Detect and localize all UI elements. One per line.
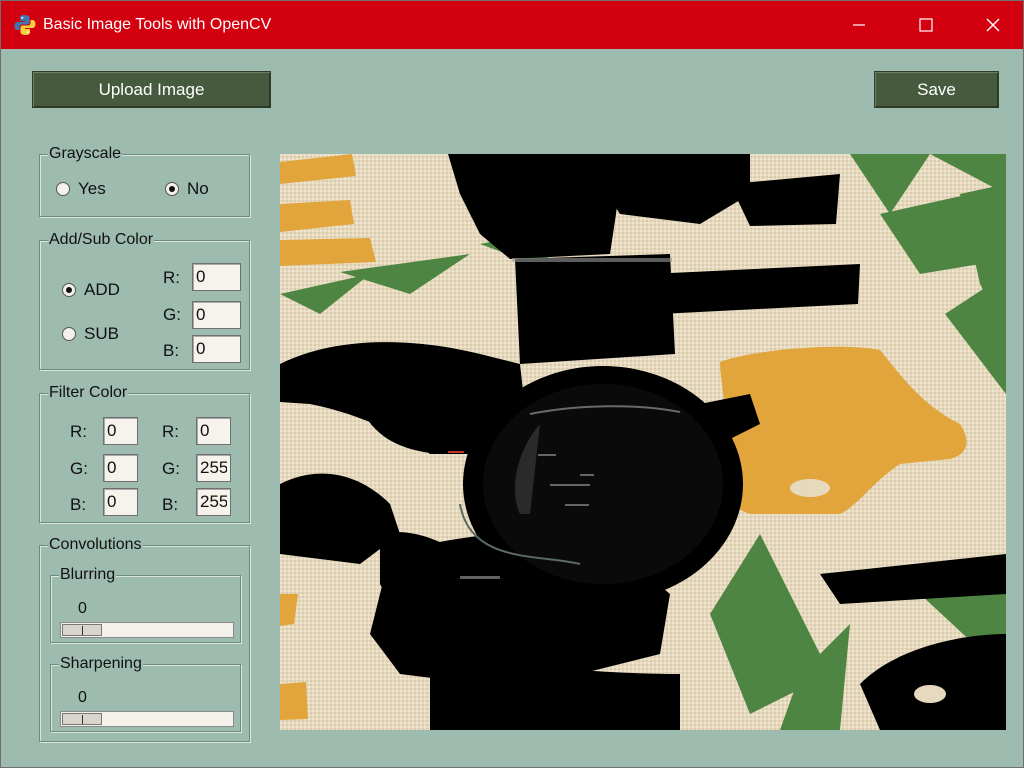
filter-low-b-input[interactable] — [103, 488, 138, 516]
blurring-group: Blurring 0 — [50, 566, 241, 643]
image-canvas[interactable] — [280, 154, 1006, 730]
grayscale-yes-radio[interactable]: Yes — [56, 179, 106, 199]
radio-icon — [56, 182, 70, 196]
title-bar[interactable]: Basic Image Tools with OpenCV — [1, 1, 1023, 49]
filter-high-r-input[interactable] — [196, 417, 231, 445]
grayscale-group-title: Grayscale — [48, 145, 123, 163]
app-window: Basic Image Tools with OpenCV Upload Ima… — [0, 0, 1024, 768]
sharpening-value: 0 — [78, 689, 87, 706]
radio-icon — [62, 327, 76, 341]
upload-image-button[interactable]: Upload Image — [32, 71, 271, 108]
sharpening-slider-thumb[interactable] — [62, 713, 102, 725]
grayscale-yes-label: Yes — [78, 179, 106, 198]
filter-high-b-input[interactable] — [196, 488, 231, 516]
minimize-button[interactable] — [836, 1, 882, 49]
convolutions-group-title: Convolutions — [48, 536, 143, 554]
blurring-slider[interactable] — [60, 622, 234, 638]
grayscale-group: Grayscale Yes No — [39, 145, 250, 217]
filter-low-g-label: G: — [70, 459, 88, 478]
image-preview — [280, 154, 1006, 730]
filter-high-r-label: R: — [162, 422, 179, 441]
sub-label: SUB — [84, 324, 119, 343]
add-sub-group-title: Add/Sub Color — [48, 231, 155, 249]
sharpening-slider[interactable] — [60, 711, 234, 727]
save-button[interactable]: Save — [874, 71, 999, 108]
radio-icon — [62, 283, 76, 297]
sharpening-group: Sharpening 0 — [50, 655, 241, 732]
convolutions-group: Convolutions Blurring 0 Sharpening 0 — [39, 536, 250, 742]
add-r-label: R: — [163, 268, 180, 287]
filter-high-g-label: G: — [162, 459, 180, 478]
filter-color-group: Filter Color R: R: G: G: B: B: — [39, 384, 250, 523]
python-icon — [14, 15, 36, 35]
close-icon — [986, 18, 1000, 32]
filter-high-g-input[interactable] — [196, 454, 231, 482]
filter-low-r-input[interactable] — [103, 417, 138, 445]
sub-radio[interactable]: SUB — [62, 324, 119, 344]
close-button[interactable] — [970, 1, 1016, 49]
window-title: Basic Image Tools with OpenCV — [43, 16, 272, 33]
filter-group-title: Filter Color — [48, 384, 129, 402]
add-radio[interactable]: ADD — [62, 280, 120, 300]
grayscale-no-radio[interactable]: No — [165, 179, 209, 199]
maximize-button[interactable] — [903, 1, 949, 49]
add-sub-color-group: Add/Sub Color ADD SUB R: G: B: — [39, 231, 250, 370]
add-r-input[interactable] — [192, 263, 241, 291]
filter-low-b-label: B: — [70, 495, 87, 514]
maximize-icon — [919, 18, 933, 32]
filter-low-g-input[interactable] — [103, 454, 138, 482]
filter-high-b-label: B: — [162, 495, 179, 514]
radio-icon — [165, 182, 179, 196]
filter-low-r-label: R: — [70, 422, 87, 441]
add-b-input[interactable] — [192, 335, 241, 363]
sharpening-group-title: Sharpening — [59, 655, 143, 673]
add-g-input[interactable] — [192, 301, 241, 329]
add-label: ADD — [84, 280, 120, 299]
grayscale-no-label: No — [187, 179, 209, 198]
add-b-label: B: — [163, 341, 180, 360]
add-g-label: G: — [163, 305, 181, 324]
blurring-value: 0 — [78, 600, 87, 617]
blurring-group-title: Blurring — [59, 566, 117, 584]
minimize-icon — [853, 24, 865, 26]
blurring-slider-thumb[interactable] — [62, 624, 102, 636]
